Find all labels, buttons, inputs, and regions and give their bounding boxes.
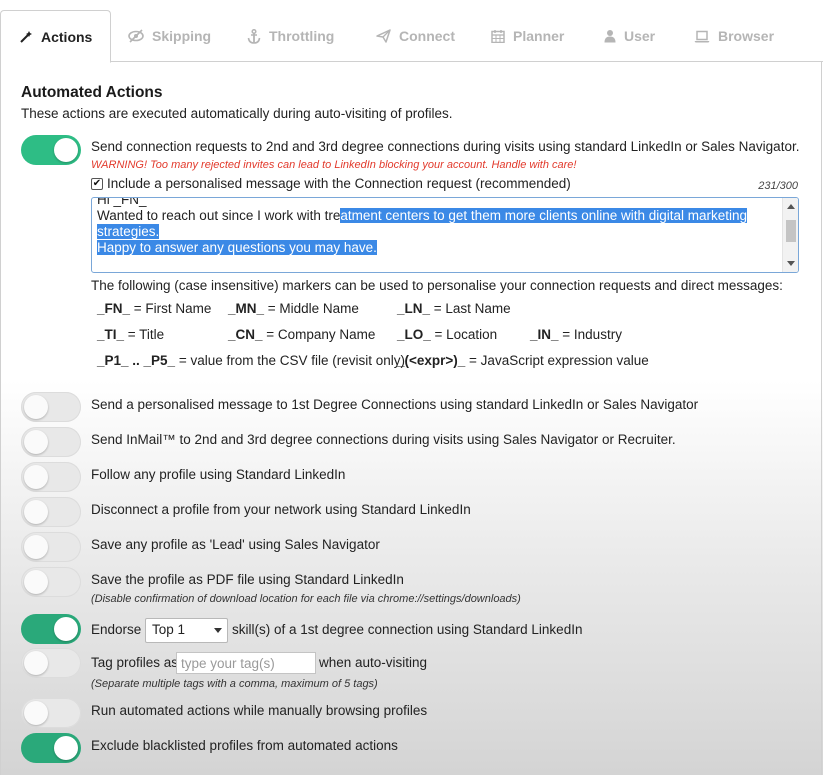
- marker-item: _MN_ = Middle Name: [228, 301, 359, 316]
- scroll-down-arrow-icon[interactable]: [787, 261, 795, 266]
- inmail-toggle[interactable]: [21, 427, 81, 457]
- include-message-label: Include a personalised message with the …: [107, 176, 571, 191]
- message-1st-degree-label: Send a personalised message to 1st Degre…: [91, 397, 699, 412]
- manual-browse-label: Run automated actions while manually bro…: [91, 703, 428, 718]
- tag-profiles-toggle[interactable]: [21, 648, 81, 678]
- tag-profiles-note: (Separate multiple tags with a comma, ma…: [91, 678, 378, 690]
- include-message-checkbox[interactable]: ✔: [91, 177, 103, 190]
- magic-wand-icon: [19, 30, 33, 44]
- marker-item: _P1_ .. _P5_ = value from the CSV file (…: [97, 353, 406, 368]
- connect-requests-toggle[interactable]: [21, 135, 81, 165]
- laptop-icon: [694, 30, 710, 43]
- marker-item: _LN_ = Last Name: [397, 301, 511, 316]
- endorse-label: Endorse: [91, 622, 142, 637]
- inmail-label: Send InMail™ to 2nd and 3rd degree conne…: [91, 432, 676, 447]
- tab-bar: Actions Skipping Throttling Connect Plan…: [0, 0, 823, 63]
- tab-label: Planner: [513, 28, 565, 44]
- anchor-icon: [247, 28, 261, 44]
- save-pdf-label: Save the profile as PDF file using Stand…: [91, 572, 404, 587]
- tab-actions[interactable]: Actions: [0, 10, 112, 63]
- include-message-row: ✔ Include a personalised message with th…: [91, 176, 571, 191]
- follow-profile-toggle[interactable]: [21, 462, 81, 492]
- chevron-down-icon: [214, 628, 222, 633]
- save-lead-toggle[interactable]: [21, 532, 81, 562]
- marker-item: _TI_ = Title: [97, 327, 165, 342]
- tab-label: Actions: [41, 28, 93, 45]
- paper-plane-icon: [376, 29, 391, 43]
- section-title: Automated Actions: [21, 84, 163, 101]
- connect-requests-label: Send connection requests to 2nd and 3rd …: [91, 139, 800, 154]
- follow-profile-label: Follow any profile using Standard Linked…: [91, 467, 346, 482]
- tab-planner[interactable]: Planner: [491, 10, 564, 62]
- marker-item: _CN_ = Company Name: [228, 327, 376, 342]
- exclude-blacklisted-label: Exclude blacklisted profiles from automa…: [91, 738, 398, 753]
- tab-user[interactable]: User: [604, 10, 655, 62]
- disconnect-profile-label: Disconnect a profile from your network u…: [91, 502, 471, 517]
- tag-profiles-label: Tag profiles as: [91, 655, 179, 670]
- tab-label: Skipping: [152, 28, 212, 44]
- message-char-counter: 231/300: [758, 180, 798, 192]
- message-1st-degree-toggle[interactable]: [21, 392, 81, 422]
- tab-connect[interactable]: Connect: [376, 10, 455, 62]
- textarea-scrollbar[interactable]: [782, 198, 798, 272]
- save-lead-label: Save any profile as 'Lead' using Sales N…: [91, 537, 380, 552]
- tab-skipping[interactable]: Skipping: [128, 10, 211, 62]
- save-pdf-toggle[interactable]: [21, 567, 81, 597]
- tab-throttling[interactable]: Throttling: [247, 10, 334, 62]
- message-line: Hi _FN_: [97, 197, 147, 207]
- scroll-up-arrow-icon[interactable]: [787, 204, 795, 209]
- tab-label: Throttling: [269, 28, 335, 44]
- disconnect-profile-toggle[interactable]: [21, 497, 81, 527]
- connect-warning: WARNING! Too many rejected invites can l…: [91, 159, 577, 171]
- eye-slash-icon: [128, 29, 144, 43]
- marker-item: _FN_ = First Name: [97, 301, 212, 316]
- marker-item: _IN_ = Industry: [530, 327, 622, 342]
- endorse-skill-count-select[interactable]: Top 1: [145, 618, 228, 643]
- tab-label: Connect: [399, 28, 455, 44]
- message-line: Happy to answer any questions you may ha…: [97, 240, 377, 255]
- calendar-icon: [491, 29, 505, 43]
- tab-browser[interactable]: Browser: [694, 10, 774, 62]
- tag-profiles-label-after: when auto-visiting: [319, 655, 428, 670]
- manual-browse-toggle[interactable]: [21, 698, 81, 728]
- marker-item: _(<expr>)_ = JavaScript expression value: [397, 353, 649, 368]
- markers-intro: The following (case insensitive) markers…: [91, 278, 783, 293]
- user-icon: [604, 29, 616, 43]
- section-description: These actions are executed automatically…: [21, 106, 453, 121]
- tab-label: Browser: [718, 28, 775, 44]
- endorse-toggle[interactable]: [21, 614, 81, 644]
- endorse-label-after: skill(s) of a 1st degree connection usin…: [232, 622, 583, 637]
- exclude-blacklisted-toggle[interactable]: [21, 733, 81, 763]
- marker-item: _LO_ = Location: [397, 327, 498, 342]
- scroll-thumb[interactable]: [786, 220, 796, 242]
- tab-label: User: [624, 28, 656, 44]
- save-pdf-note: (Disable confirmation of download locati…: [91, 593, 521, 605]
- message-line: Wanted to reach out since I work with tr…: [97, 208, 748, 223]
- message-line: strategies.: [97, 224, 160, 239]
- connection-message-textarea[interactable]: Hi _FN_ Wanted to reach out since I work…: [91, 197, 799, 273]
- tag-input[interactable]: [176, 652, 316, 674]
